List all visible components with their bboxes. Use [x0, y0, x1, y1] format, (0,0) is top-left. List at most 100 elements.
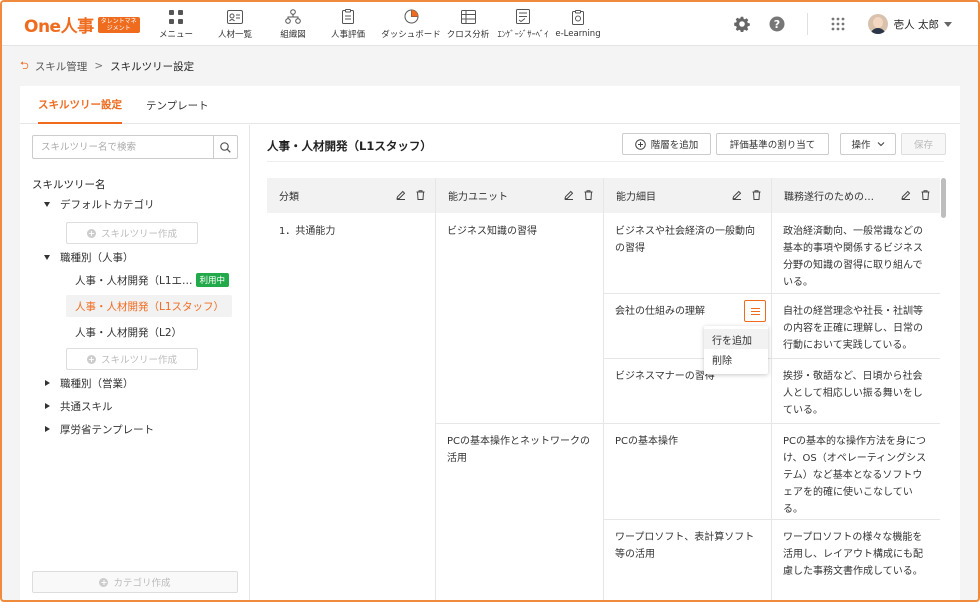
trash-icon[interactable] — [584, 190, 593, 200]
edit-pencil-icon[interactable] — [901, 190, 911, 200]
back-arrow-icon[interactable]: ⮌ — [20, 57, 29, 76]
row-context-menu: 行を追加 削除 — [704, 326, 768, 374]
menu-item-add-row[interactable]: 行を追加 — [704, 329, 768, 349]
survey-icon — [515, 9, 531, 25]
column-header-label: 分類 — [279, 192, 299, 203]
description-cell: 挨拶・敬語など、日頃から社会人として相応しい振る舞いをしている。 — [783, 371, 923, 416]
tree-leaf-hr-l2[interactable]: 人事・人材開発（L2） — [66, 321, 232, 343]
unit-cell: PCの基本操作とネットワークの活用 — [447, 436, 591, 464]
breadcrumb-parent[interactable]: スキル管理 — [35, 59, 88, 74]
nav-label: クロス分析 — [446, 29, 490, 40]
tab-template[interactable]: テンプレート — [146, 86, 209, 124]
tree-node-hr-category[interactable]: 職種別（人事） — [44, 246, 134, 268]
add-level-button[interactable]: 階層を追加 — [622, 133, 711, 155]
menu-line — [750, 310, 760, 312]
pie-chart-icon — [403, 9, 419, 25]
menu-item-delete[interactable]: 削除 — [704, 349, 768, 369]
nav-evaluation[interactable]: 人事評価 — [316, 2, 380, 46]
column-header-performance: 職務遂行のための… — [771, 178, 940, 213]
unit-cell: ビジネス知識の習得 — [447, 226, 537, 237]
trash-icon[interactable] — [416, 190, 425, 200]
assign-criteria-button[interactable]: 評価基準の割り当て — [716, 133, 829, 155]
nav-e-learning[interactable]: e-Learning — [552, 2, 604, 46]
operations-label: 操作 — [851, 140, 871, 151]
in-use-badge: 利用中 — [195, 273, 230, 287]
tree-node-label: 共通スキル — [60, 400, 113, 413]
skill-tree-sidebar: スキルツリー名 デフォルトカテゴリ + スキルツリー作成 職種別（人事） 人事・… — [20, 125, 250, 600]
skill-tree-search-input[interactable] — [33, 136, 213, 158]
create-skill-tree-label: スキルツリー作成 — [100, 355, 177, 366]
column-header-detail: 能力細目 — [603, 178, 771, 213]
settings-gear-icon[interactable] — [732, 14, 752, 34]
menu-line — [750, 307, 760, 309]
plus-circle-icon: + — [99, 577, 109, 587]
search-box — [32, 135, 238, 159]
column-divider — [435, 213, 436, 600]
app-window: One人事 タレントマネジメント メニュー 人材一覧 組織図 人事評価 ダッシュ… — [0, 0, 980, 602]
header-actions: ? 壱人 太郎 — [732, 2, 978, 46]
create-skill-tree-button[interactable]: + スキルツリー作成 — [66, 222, 198, 244]
column-actions — [564, 190, 593, 200]
edit-pencil-icon[interactable] — [732, 190, 742, 200]
nav-engagement-survey[interactable]: ｴﾝｹﾞｰｼﾞｻｰﾍﾞｲ — [494, 2, 552, 46]
create-skill-tree-button[interactable]: + スキルツリー作成 — [66, 348, 198, 370]
detail-cell: PCの基本操作 — [615, 436, 679, 447]
nav-dashboard[interactable]: ダッシュボード — [380, 2, 442, 46]
column-actions — [396, 190, 425, 200]
nav-cross-analysis[interactable]: クロス分析 — [442, 2, 494, 46]
help-icon[interactable]: ? — [767, 14, 787, 34]
search-icon[interactable] — [213, 136, 237, 158]
table-scrollbar[interactable] — [941, 178, 946, 218]
tree-node-label: 職種別（人事） — [60, 251, 134, 264]
plus-circle-icon: + — [86, 228, 96, 238]
learning-icon — [570, 10, 586, 26]
table-icon — [460, 9, 476, 25]
toolbar-divider — [267, 161, 944, 162]
trash-icon[interactable] — [921, 190, 930, 200]
nav-label: 組織図 — [280, 29, 306, 40]
create-category-button[interactable]: + カテゴリ作成 — [32, 571, 238, 593]
tree-leaf-hr-l1-staff[interactable]: 人事・人材開発（L1スタッフ） — [66, 295, 232, 317]
nav-people-list[interactable]: 人材一覧 — [200, 2, 270, 46]
tree-heading: スキルツリー名 — [32, 179, 106, 191]
main-card: スキルツリー設定 テンプレート スキルツリー名 デフォルトカテゴリ + スキルツ… — [20, 86, 960, 600]
top-header: One人事 タレントマネジメント メニュー 人材一覧 組織図 人事評価 ダッシュ… — [2, 2, 978, 46]
create-skill-tree-label: スキルツリー作成 — [100, 229, 177, 240]
nav-menu[interactable]: メニュー — [152, 2, 200, 46]
id-card-icon — [227, 9, 243, 25]
breadcrumb: ⮌ スキル管理 > スキルツリー設定 — [20, 58, 194, 74]
edit-pencil-icon[interactable] — [564, 190, 574, 200]
tree-node-default-category[interactable]: デフォルトカテゴリ — [44, 193, 155, 215]
operations-dropdown[interactable]: 操作 — [840, 133, 896, 155]
trash-icon[interactable] — [752, 190, 761, 200]
breadcrumb-current: スキルツリー設定 — [110, 60, 195, 73]
description-cell: ワープロソフトの様々な機能を活用し、レイアウト構成にも配慮した事務文書作成してい… — [783, 532, 923, 577]
tree-leaf-hr-l1-e[interactable]: 人事・人材開発（L1エ… 利用中 — [66, 269, 232, 291]
expand-right-icon — [45, 403, 50, 409]
org-chart-icon — [285, 9, 301, 25]
tree-leaf-label: 人事・人材開発（L1スタッフ） — [75, 300, 225, 313]
tree-node-common-skill[interactable]: 共通スキル — [44, 395, 113, 417]
row-menu-button[interactable] — [744, 300, 766, 322]
chevron-down-icon — [944, 21, 952, 27]
nav-org-chart[interactable]: 組織図 — [270, 2, 316, 46]
user-menu[interactable]: 壱人 太郎 — [867, 14, 952, 34]
tree-node-mhlw-template[interactable]: 厚労省テンプレート — [44, 418, 154, 440]
main-nav: メニュー 人材一覧 組織図 人事評価 ダッシュボード クロス分析 ｴﾝｹﾞｰｼﾞ… — [152, 2, 604, 46]
detail-cell: ビジネスや社会経済の一般動向の習得 — [615, 226, 755, 254]
save-label: 保存 — [913, 140, 933, 151]
brand-logo[interactable]: One人事 タレントマネジメント — [24, 12, 140, 37]
nav-label: e-Learning — [555, 28, 601, 39]
column-actions — [901, 190, 930, 200]
tree-node-sales-category[interactable]: 職種別（営業） — [44, 372, 134, 394]
nav-label: ダッシュボード — [381, 29, 441, 40]
save-button[interactable]: 保存 — [901, 133, 946, 155]
apps-grid-icon[interactable] — [828, 14, 848, 34]
edit-pencil-icon[interactable] — [396, 190, 406, 200]
tab-skill-tree-settings[interactable]: スキルツリー設定 — [38, 86, 122, 124]
expand-right-icon — [45, 426, 50, 432]
menu-line — [750, 313, 760, 315]
svg-text:?: ? — [773, 18, 779, 31]
tab-bar: スキルツリー設定 テンプレート — [20, 86, 960, 124]
page-title: 人事・人材開発（L1スタッフ） — [267, 139, 432, 153]
